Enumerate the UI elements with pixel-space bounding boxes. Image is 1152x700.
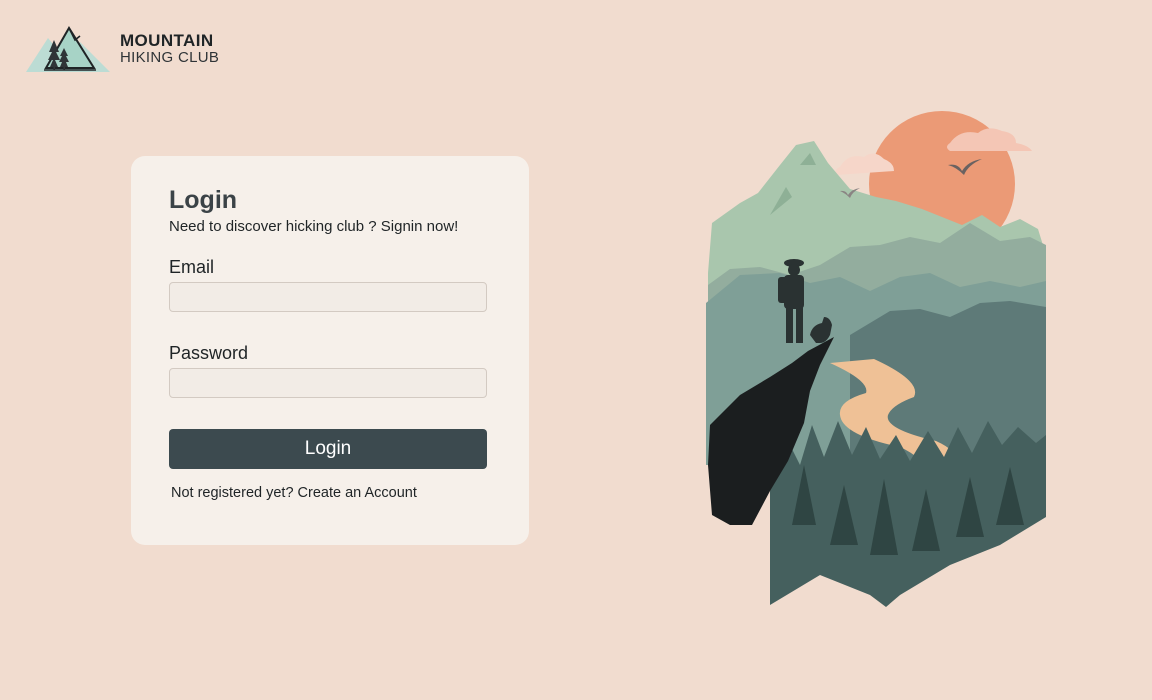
- login-page: MOUNTAIN HIKING CLUB Login Need to disco…: [0, 0, 1152, 700]
- brand-name: MOUNTAIN: [120, 31, 214, 51]
- brand-subtitle: HIKING CLUB: [120, 49, 220, 67]
- register-line: Not registered yet? Create an Account: [171, 485, 489, 501]
- email-label: Email: [169, 257, 215, 277]
- password-label: Password: [169, 343, 249, 363]
- login-title: Login: [169, 186, 238, 214]
- login-button[interactable]: Login: [169, 429, 487, 469]
- login-subtitle: Need to discover hicking club ? Signin n…: [169, 218, 459, 235]
- email-input[interactable]: [169, 282, 487, 312]
- brand-text: MOUNTAIN HIKING CLUB: [120, 32, 219, 66]
- brand-header[interactable]: MOUNTAIN HIKING CLUB: [26, 24, 219, 74]
- mountain-logo-icon: [26, 26, 110, 72]
- password-input[interactable]: [169, 368, 487, 398]
- register-prompt: Not registered yet?: [171, 485, 294, 501]
- hiker-mountain-illustration-icon: [706, 111, 1046, 607]
- create-account-link[interactable]: Create an Account: [298, 485, 417, 501]
- login-card: Login Need to discover hicking club ? Si…: [131, 156, 529, 545]
